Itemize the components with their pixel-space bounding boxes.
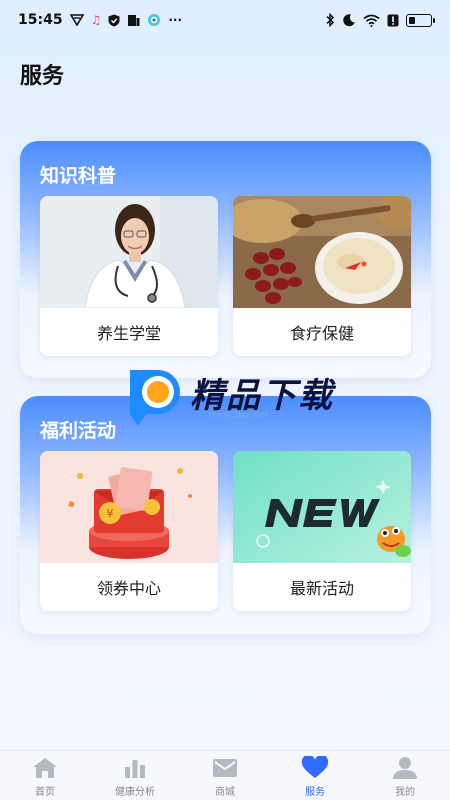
new-badge-illustration xyxy=(233,451,411,563)
card-health-school[interactable]: 养生学堂 xyxy=(40,196,218,356)
heart-icon xyxy=(300,755,330,781)
watermark-logo-icon xyxy=(130,370,180,426)
doctor-photo xyxy=(40,196,218,308)
red-envelope-coupon-illustration: ¥ xyxy=(40,451,218,563)
tab-label: 商城 xyxy=(215,787,235,798)
tab-health-analysis[interactable]: 健康分析 xyxy=(90,751,180,800)
watermark-sub: www.jpxz.net xyxy=(208,410,269,420)
tab-label: 服务 xyxy=(305,787,325,798)
card-coupon-center[interactable]: ¥ 领券中心 xyxy=(40,451,218,611)
mail-icon xyxy=(210,755,240,781)
dried-dates-soup-photo xyxy=(233,196,411,308)
card-label: 养生学堂 xyxy=(96,324,161,343)
battery-icon xyxy=(406,13,435,27)
card-label: 食疗保健 xyxy=(289,324,354,343)
watermark: 精品下载 www.jpxz.net xyxy=(118,362,358,428)
tab-mall[interactable]: 商城 xyxy=(180,751,270,800)
tab-label: 我的 xyxy=(395,787,415,798)
sim-icon xyxy=(69,14,84,26)
music-icon: ♫ xyxy=(90,13,102,27)
section-knowledge: 知识科普 养生学堂 食疗保健 xyxy=(20,141,431,378)
page-title: 服务 xyxy=(20,64,65,89)
tab-home[interactable]: 首页 xyxy=(0,751,90,800)
bar-chart-icon xyxy=(120,755,150,781)
card-label: 领券中心 xyxy=(96,579,161,598)
bottom-tab-bar: 首页 健康分析 商城 服务 我的 xyxy=(0,750,450,800)
section-title: 福利活动 xyxy=(40,420,117,442)
home-icon xyxy=(30,755,60,781)
tab-service[interactable]: 服务 xyxy=(270,751,360,800)
shield-icon xyxy=(108,14,120,27)
svg-text:¥: ¥ xyxy=(107,507,114,520)
card-latest-activity[interactable]: 最新活动 xyxy=(233,451,411,611)
section-title: 知识科普 xyxy=(40,165,117,187)
alert-icon xyxy=(387,14,399,27)
card-diet-therapy[interactable]: 食疗保健 xyxy=(233,196,411,356)
tab-label: 首页 xyxy=(35,787,55,798)
app-icon xyxy=(147,13,161,27)
tab-label: 健康分析 xyxy=(115,787,155,798)
person-icon xyxy=(390,755,420,781)
status-more: ··· xyxy=(168,13,183,27)
bluetooth-icon xyxy=(325,13,335,27)
wifi-icon xyxy=(363,14,380,27)
moon-icon xyxy=(342,13,356,27)
sd-card-icon xyxy=(127,14,140,27)
card-label: 最新活动 xyxy=(289,579,354,598)
tab-mine[interactable]: 我的 xyxy=(360,751,450,800)
status-bar: 15:45 ♫ ··· xyxy=(0,0,450,40)
status-time: 15:45 xyxy=(18,12,63,28)
section-benefits: 福利活动 ¥ 领券中心 最新活动 xyxy=(20,396,431,634)
